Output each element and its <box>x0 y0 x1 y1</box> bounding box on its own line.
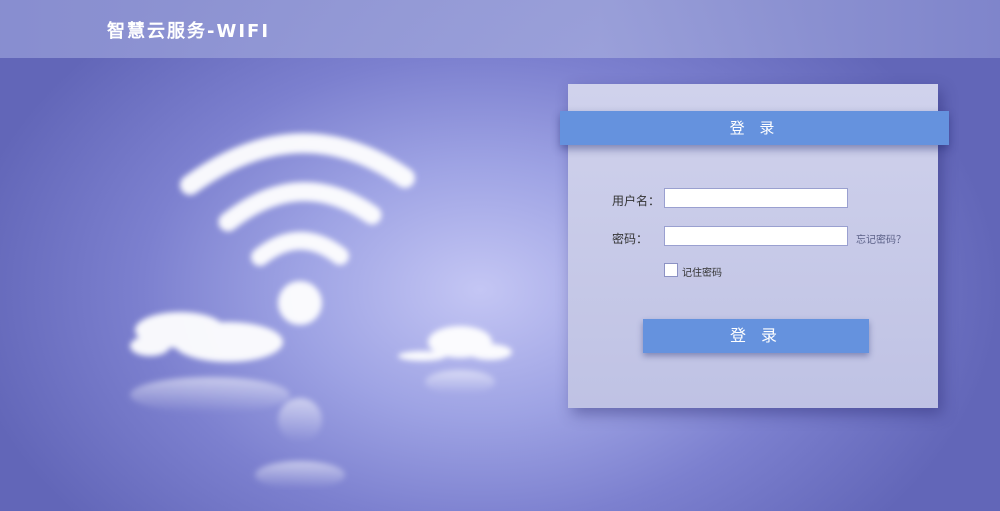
remember-checkbox[interactable] <box>664 263 678 277</box>
username-input[interactable] <box>664 188 848 208</box>
cloud-wifi-illustration <box>130 133 512 489</box>
password-label: 密码： <box>612 232 649 246</box>
password-input[interactable] <box>664 226 848 246</box>
top-bar: 智慧云服务-WIFI <box>0 0 1000 58</box>
username-label: 用户名： <box>612 194 661 208</box>
login-button[interactable]: 登 录 <box>643 319 869 353</box>
remember-label: 记住密码 <box>682 268 722 279</box>
login-title-ribbon: 登 录 <box>560 111 949 145</box>
brand-title: 智慧云服务-WIFI <box>107 21 271 42</box>
forgot-password-link[interactable]: 忘记密码？ <box>856 231 906 246</box>
